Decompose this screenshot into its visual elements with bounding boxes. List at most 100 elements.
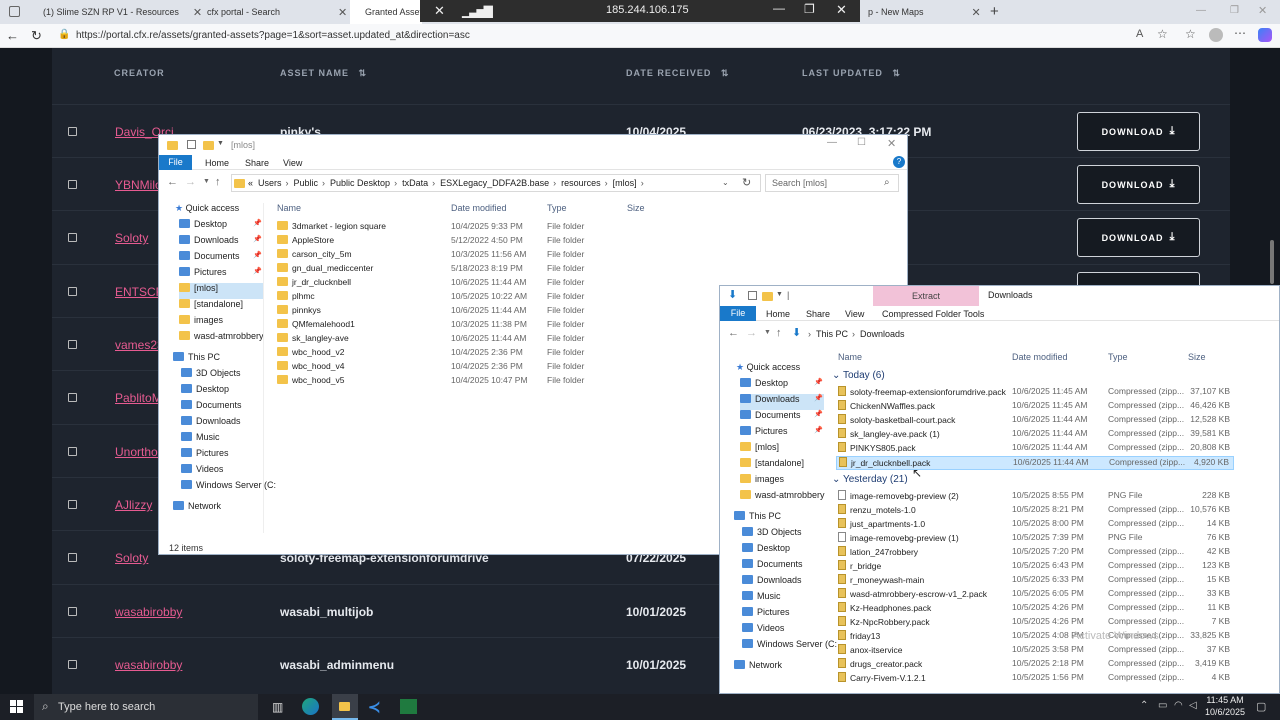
nav-item-documents[interactable]: Documents 📌 xyxy=(179,251,263,267)
pin-icon[interactable]: 📌 xyxy=(814,410,823,418)
breadcrumb-segment[interactable]: This PC xyxy=(816,329,848,339)
up-icon[interactable]: ↑ xyxy=(776,327,782,339)
download-button[interactable]: DOWNLOAD ⤓ xyxy=(1077,112,1200,151)
chevron-right-icon[interactable]: › xyxy=(852,329,855,339)
nav-item-standalone[interactable]: [standalone] xyxy=(179,299,263,315)
nav-item-pc-2[interactable]: Documents xyxy=(181,400,242,410)
notification-icon[interactable]: ▢ xyxy=(1256,700,1266,713)
nav-item-pc-1[interactable]: Desktop xyxy=(181,384,229,394)
col-header-creator[interactable]: CREATOR xyxy=(114,68,165,78)
chevron-right-icon[interactable]: › xyxy=(641,178,644,188)
nav-this-pc[interactable]: This PC xyxy=(173,352,220,362)
close-window-icon[interactable]: ✕ xyxy=(1258,4,1267,17)
up-icon[interactable]: ↑ xyxy=(215,176,221,188)
file-row[interactable]: lation_247robbery 10/5/2025 7:20 PM Compre… xyxy=(836,546,1234,560)
new-folder-icon[interactable] xyxy=(762,292,773,301)
file-row[interactable]: soloty-freemap-extensionforumdrive.pack 1… xyxy=(836,386,1234,400)
col-date-modified[interactable]: Date modified xyxy=(1012,352,1068,362)
row-checkbox[interactable] xyxy=(68,287,77,296)
profile-avatar[interactable] xyxy=(1209,28,1223,42)
ribbon-tab-share[interactable]: Share xyxy=(806,309,830,319)
file-row[interactable]: 3dmarket - legion square 10/4/2025 9:33 P… xyxy=(277,221,677,235)
maximize-icon[interactable]: ☐ xyxy=(857,137,866,148)
forward-icon[interactable]: → xyxy=(746,327,757,339)
file-row[interactable]: friday13 10/5/2025 4:08 PM Compressed (zip… xyxy=(836,630,1234,644)
file-row[interactable]: r_bridge 10/5/2025 6:43 PM Compressed (zip… xyxy=(836,560,1234,574)
refresh-icon[interactable]: ↻ xyxy=(742,176,751,189)
nav-item-pc-6[interactable]: Videos xyxy=(742,623,784,633)
file-row[interactable]: pinnkys 10/6/2025 11:44 AM File folder xyxy=(277,305,677,319)
minimize-icon[interactable]: — xyxy=(773,1,785,15)
ribbon-tab-file[interactable]: File xyxy=(159,155,192,170)
ribbon-tab-home[interactable]: Home xyxy=(205,158,229,168)
properties-icon[interactable] xyxy=(187,140,196,149)
file-row[interactable]: Carry-Fivem-V.1.2.1 10/5/2025 1:56 PM Comp… xyxy=(836,672,1234,686)
chevron-right-icon[interactable]: › xyxy=(605,178,608,188)
maximize-icon[interactable]: ❐ xyxy=(1230,5,1239,16)
nav-item-images[interactable]: images xyxy=(179,315,263,331)
creator-link[interactable]: Soloty xyxy=(115,231,148,245)
breadcrumb-segment[interactable]: Users xyxy=(258,178,282,188)
url-input[interactable]: https://portal.cfx.re/assets/granted-ass… xyxy=(76,30,470,41)
col-name[interactable]: Name xyxy=(277,203,301,213)
help-icon[interactable]: ? xyxy=(893,156,905,168)
nav-item-pc-4[interactable]: Music xyxy=(742,591,781,601)
creator-link[interactable]: ENTSCR xyxy=(115,285,164,299)
nav-item-desktop[interactable]: Desktop 📌 xyxy=(740,378,824,394)
wifi-icon[interactable]: ◠ xyxy=(1174,700,1183,711)
unpin-icon[interactable]: ✕ xyxy=(434,3,445,19)
creator-link[interactable]: Unorthod xyxy=(115,445,164,459)
new-folder-icon[interactable] xyxy=(203,141,214,150)
pin-icon[interactable]: 📌 xyxy=(253,267,262,275)
read-aloud-icon[interactable]: A xyxy=(1136,28,1143,40)
row-checkbox[interactable] xyxy=(68,340,77,349)
taskbar-search[interactable]: ⌕ Type here to search xyxy=(34,694,258,720)
tab-slime-szn[interactable]: (1) Slime SZN RP V1 - Resources ✕ xyxy=(28,0,202,24)
volume-icon[interactable]: ◁ xyxy=(1189,700,1197,711)
col-size[interactable]: Size xyxy=(1188,352,1206,362)
breadcrumb-segment[interactable]: [mlos] xyxy=(613,178,637,188)
minimize-icon[interactable]: — xyxy=(1196,5,1206,16)
search-box[interactable]: Search [mlos] ⌕ xyxy=(765,174,899,192)
row-checkbox[interactable] xyxy=(68,180,77,189)
file-row[interactable]: sk_langley-ave 10/6/2025 11:44 AM File fol… xyxy=(277,333,677,347)
breadcrumb-segment[interactable]: Downloads xyxy=(860,329,905,339)
col-type[interactable]: Type xyxy=(1108,352,1128,362)
file-row[interactable]: wasd-atmrobbery-escrow-v1_2.pack 10/5/202… xyxy=(836,588,1234,602)
restore-icon[interactable]: ❐ xyxy=(804,2,815,16)
close-icon[interactable]: ✕ xyxy=(887,137,896,150)
tab-new-maps[interactable]: p - New Maps ✕ xyxy=(860,0,985,24)
file-row[interactable]: wbc_hood_v2 10/4/2025 2:36 PM File folder xyxy=(277,347,677,361)
nav-item-pc-5[interactable]: Pictures xyxy=(181,448,229,458)
row-checkbox[interactable] xyxy=(68,500,77,509)
forward-icon[interactable]: → xyxy=(185,176,196,188)
group-header[interactable]: ⌄ Yesterday (21) xyxy=(832,474,908,488)
chevron-down-icon[interactable]: ⌄ xyxy=(722,178,729,187)
file-row[interactable]: anox-itservice 10/5/2025 3:58 PM Compresse… xyxy=(836,644,1234,658)
pin-icon[interactable]: 📌 xyxy=(253,235,262,243)
notification-chevron-icon[interactable]: ⌃ xyxy=(1140,700,1148,711)
breadcrumb-segment[interactable]: ESXLegacy_DDFA2B.base xyxy=(440,178,549,188)
chevron-right-icon[interactable]: › xyxy=(286,178,289,188)
creator-link[interactable]: Soloty xyxy=(115,551,148,565)
col-type[interactable]: Type xyxy=(547,203,567,213)
nav-item-documents[interactable]: Documents 📌 xyxy=(740,410,824,426)
search-input[interactable]: Type here to search xyxy=(58,701,155,713)
pin-icon[interactable]: 📌 xyxy=(814,426,823,434)
chevron-right-icon[interactable]: › xyxy=(432,178,435,188)
clock-time[interactable]: 11:45 AM xyxy=(1203,695,1247,705)
properties-icon[interactable] xyxy=(748,291,757,300)
row-checkbox[interactable] xyxy=(68,607,77,616)
nav-item-wasd-atmrobbery[interactable]: wasd-atmrobbery xyxy=(740,490,825,506)
row-checkbox[interactable] xyxy=(68,233,77,242)
pin-icon[interactable]: 📌 xyxy=(253,251,262,259)
col-header-date-received[interactable]: DATE RECEIVED ⇅ xyxy=(626,68,729,79)
file-row[interactable]: soloty-basketball-court.pack 10/6/2025 11… xyxy=(836,414,1234,428)
col-header-last-updated[interactable]: LAST UPDATED ⇅ xyxy=(802,68,901,79)
breadcrumb-segment[interactable]: txData xyxy=(402,178,428,188)
creator-link[interactable]: AJlizzy xyxy=(115,498,152,512)
back-icon[interactable]: ← xyxy=(167,176,178,188)
file-row[interactable]: AppleStore 5/12/2022 4:50 PM File folder xyxy=(277,235,677,249)
row-checkbox[interactable] xyxy=(68,660,77,669)
task-view-icon[interactable]: ▥ xyxy=(272,700,283,714)
